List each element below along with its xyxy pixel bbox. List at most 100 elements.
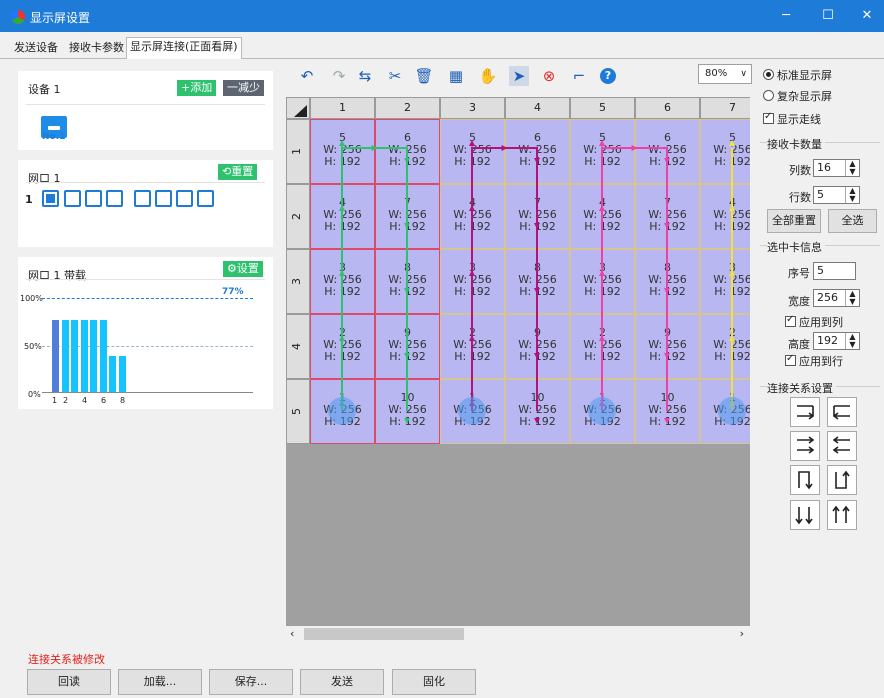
row-header[interactable]: 1: [286, 119, 310, 184]
receiver-card-cell[interactable]: 8 W: 256 H: 192: [635, 249, 700, 314]
receiver-card-cell[interactable]: 7 W: 256 H: 192: [635, 184, 700, 249]
spin-arrows-icon[interactable]: ▲ ▼: [845, 160, 859, 176]
column-header[interactable]: 3: [440, 97, 505, 119]
readback-button[interactable]: 回读: [27, 669, 111, 695]
port-box[interactable]: [42, 190, 59, 207]
receiver-card-cell[interactable]: 10 W: 256 H: 192: [505, 379, 570, 444]
receiver-card-cell[interactable]: 3 W: 256 H: 192: [440, 249, 505, 314]
receiver-card-cell[interactable]: 8 W: 256 H: 192: [505, 249, 570, 314]
zoom-select[interactable]: 80% ∨: [698, 64, 752, 84]
snake-right-icon[interactable]: [790, 397, 820, 427]
receiver-card-cell[interactable]: 4 W: 256 H: 192: [700, 184, 750, 249]
receiver-card-cell[interactable]: 4 W: 256 H: 192: [440, 184, 505, 249]
tab-send-device[interactable]: 发送设备: [11, 39, 61, 58]
radio-complex-screen[interactable]: 复杂显示屏: [763, 88, 832, 104]
solidify-button[interactable]: 固化: [392, 669, 476, 695]
receiver-card-cell[interactable]: 6 W: 256 H: 192: [635, 119, 700, 184]
snake-down-icon[interactable]: [790, 465, 820, 495]
rows-stepper[interactable]: 5 ▲ ▼: [813, 186, 860, 204]
receiver-card-cell[interactable]: 6 W: 256 H: 192: [505, 119, 570, 184]
receiver-card-cell[interactable]: 1 W: 256 H: 192: [440, 379, 505, 444]
receiver-card-cell[interactable]: 6 W: 256 H: 192: [375, 119, 440, 184]
route-icon[interactable]: ⌐: [569, 66, 589, 86]
column-header[interactable]: 4: [505, 97, 570, 119]
spin-arrows-icon[interactable]: ▲ ▼: [845, 187, 859, 203]
receiver-card-cell[interactable]: 4 W: 256 H: 192: [570, 184, 635, 249]
column-header[interactable]: 6: [635, 97, 700, 119]
maximize-button[interactable]: ☐: [818, 6, 838, 26]
receiver-card-cell[interactable]: 4 W: 256 H: 192: [310, 184, 375, 249]
port-box[interactable]: [106, 190, 123, 207]
save-button[interactable]: 保存...: [209, 669, 293, 695]
height-stepper[interactable]: 192 ▲ ▼: [813, 332, 860, 350]
receiver-card-cell[interactable]: 3 W: 256 H: 192: [310, 249, 375, 314]
receiver-card-cell[interactable]: 3 W: 256 H: 192: [700, 249, 750, 314]
port-box[interactable]: [134, 190, 151, 207]
delete-icon[interactable]: 🗑: [414, 66, 434, 86]
cancel-icon[interactable]: ⊗: [539, 66, 559, 86]
receiver-card-cell[interactable]: 10 W: 256 H: 192: [375, 379, 440, 444]
close-button[interactable]: ✕: [857, 6, 877, 26]
send-button[interactable]: 发送: [300, 669, 384, 695]
remove-device-button[interactable]: 一减少: [223, 80, 264, 96]
snake-up-icon[interactable]: [827, 465, 857, 495]
column-header[interactable]: 5: [570, 97, 635, 119]
width-stepper[interactable]: 256 ▲ ▼: [813, 289, 860, 307]
apply-row-checkbox[interactable]: 应用到行: [785, 353, 843, 369]
receiver-card-cell[interactable]: 7 W: 256 H: 192: [505, 184, 570, 249]
receiver-card-cell[interactable]: 5 W: 256 H: 192: [570, 119, 635, 184]
radio-standard-screen[interactable]: 标准显示屏: [763, 67, 832, 83]
column-header[interactable]: 7: [700, 97, 750, 119]
screen-canvas[interactable]: 1 2 3 4 5 6 7 1 2 3 4 5 5 W: 256 H: 192 6 W: 256 H: 192 5 W…: [286, 97, 750, 642]
receiver-card-cell[interactable]: 9 W: 256 H: 192: [505, 314, 570, 379]
cols-stepper[interactable]: 16 ▲ ▼: [813, 159, 860, 177]
scroll-right-icon[interactable]: ›: [740, 627, 744, 640]
port-box[interactable]: [64, 190, 81, 207]
load-button[interactable]: 加载...: [118, 669, 202, 695]
zigzag-left-icon[interactable]: [827, 431, 857, 461]
undo-icon[interactable]: ↶: [297, 66, 317, 86]
spin-arrows-icon[interactable]: ▲ ▼: [845, 290, 859, 306]
redo-icon[interactable]: ↷: [329, 66, 349, 86]
tab-screen-connection[interactable]: 显示屏连接(正面看屏): [126, 37, 242, 59]
receiver-card-cell[interactable]: 2 W: 256 H: 192: [700, 314, 750, 379]
bandwidth-settings-button[interactable]: ⚙设置: [223, 261, 263, 277]
minimize-button[interactable]: ─: [776, 6, 796, 26]
zigzag-up-icon[interactable]: [827, 500, 857, 530]
disconnect-icon[interactable]: ✂: [385, 66, 405, 86]
show-lines-checkbox[interactable]: 显示走线: [763, 111, 821, 127]
receiver-card-cell[interactable]: 9 W: 256 H: 192: [375, 314, 440, 379]
receiver-card-cell[interactable]: 1 W: 256 H: 192: [700, 379, 750, 444]
row-header[interactable]: 4: [286, 314, 310, 379]
reset-all-button[interactable]: 全部重置: [767, 209, 821, 233]
receiver-card-cell[interactable]: 5 W: 256 H: 192: [700, 119, 750, 184]
row-header[interactable]: 2: [286, 184, 310, 249]
tab-receiver-params[interactable]: 接收卡参数: [66, 39, 127, 58]
port-box[interactable]: [176, 190, 193, 207]
receiver-card-cell[interactable]: 8 W: 256 H: 192: [375, 249, 440, 314]
receiver-card-cell[interactable]: 3 W: 256 H: 192: [570, 249, 635, 314]
pointer-icon[interactable]: ➤: [509, 66, 529, 86]
port-box[interactable]: [155, 190, 172, 207]
scroll-left-icon[interactable]: ‹: [290, 627, 294, 640]
apply-col-checkbox[interactable]: 应用到列: [785, 314, 843, 330]
spin-arrows-icon[interactable]: ▲ ▼: [845, 333, 859, 349]
help-icon[interactable]: ?: [600, 68, 616, 84]
reset-button[interactable]: ⟲重置: [218, 164, 258, 180]
receiver-card-cell[interactable]: 7 W: 256 H: 192: [375, 184, 440, 249]
connect-icon[interactable]: ⇆: [355, 66, 375, 86]
receiver-card-cell[interactable]: 10 W: 256 H: 192: [635, 379, 700, 444]
add-device-button[interactable]: +添加: [177, 80, 217, 96]
receiver-card-cell[interactable]: 1 W: 256 H: 192: [570, 379, 635, 444]
horizontal-scrollbar[interactable]: ‹ ›: [286, 626, 750, 642]
zigzag-right-icon[interactable]: [790, 431, 820, 461]
grid-icon[interactable]: ▦: [446, 66, 466, 86]
row-header[interactable]: 3: [286, 249, 310, 314]
seq-field[interactable]: 5: [813, 262, 856, 280]
column-header[interactable]: 1: [310, 97, 375, 119]
port-box[interactable]: [197, 190, 214, 207]
receiver-card-cell[interactable]: 9 W: 256 H: 192: [635, 314, 700, 379]
receiver-card-cell[interactable]: 2 W: 256 H: 192: [570, 314, 635, 379]
receiver-card-cell[interactable]: 5 W: 256 H: 192: [440, 119, 505, 184]
column-header[interactable]: 2: [375, 97, 440, 119]
